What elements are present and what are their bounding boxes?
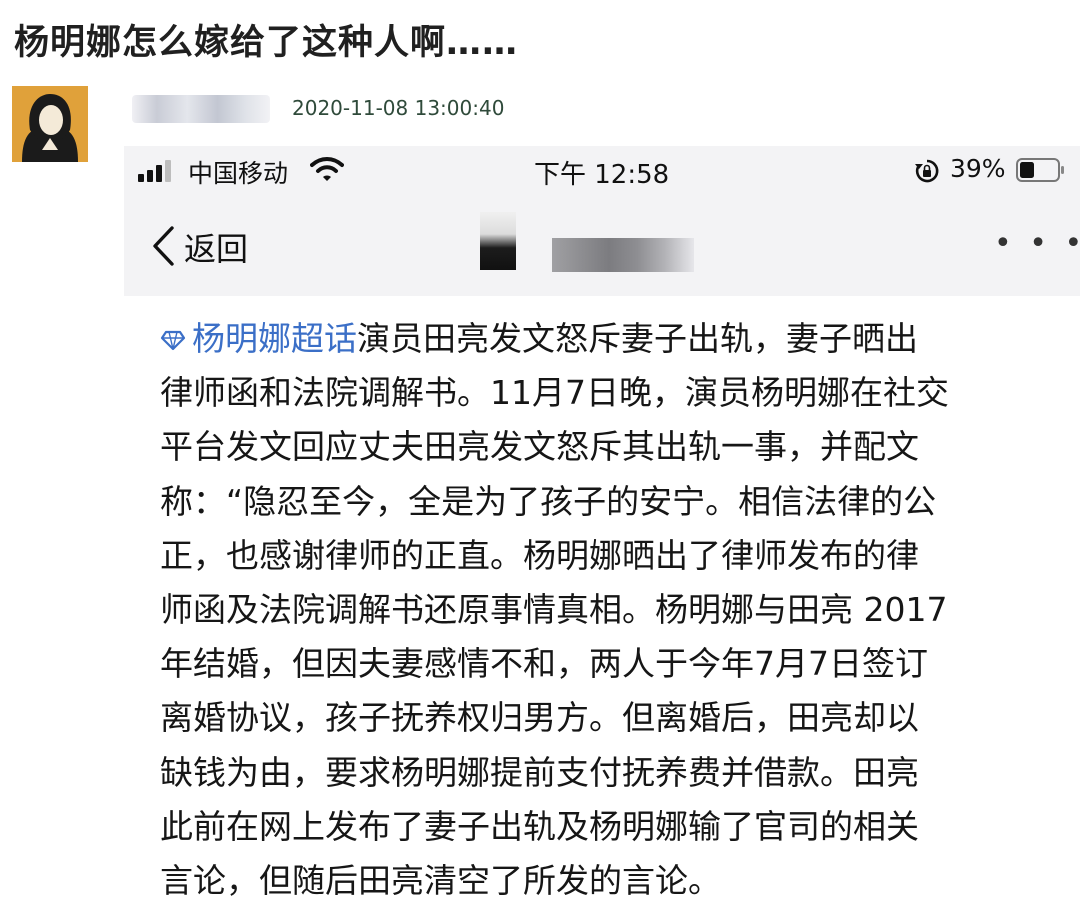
wifi-icon (310, 157, 344, 181)
text-line: 年结婚，但因夫妻感情不和，两人于今年7月7日签订 (160, 644, 928, 684)
topic-link[interactable]: 杨明娜超话 (160, 319, 357, 358)
blurred-profile-avatar[interactable] (480, 212, 516, 270)
back-button[interactable]: 返回 (184, 224, 248, 270)
avatar-portrait-icon (12, 86, 88, 162)
text-line-content: 演员田亮发文怒斥妻子出轨，妻子晒出 (357, 319, 918, 358)
topic-link-label[interactable]: 杨明娜超话 (192, 319, 357, 358)
text-line: 此前在网上发布了妻子出轨及杨明娜输了官司的相关 (160, 806, 919, 846)
topic-diamond-icon (160, 330, 186, 351)
text-line: 称：“隐忍至今，全是为了孩子的安宁。相信法律的公 (160, 481, 937, 521)
carrier-name: 中国移动 (188, 159, 289, 188)
text-line: 律师函和法院调解书。11月7日晚，演员杨明娜在社交 (160, 373, 949, 413)
rotation-lock-icon (915, 159, 939, 183)
phone-screenshot: 中国移动 下午 12:58 39% 返回 • • • 杨明娜超话演员田亮发文怒斥… (124, 146, 1080, 916)
more-options-button[interactable]: • • • (994, 226, 1080, 261)
blurred-username[interactable] (132, 95, 270, 123)
text-line: 言论，但随后田亮清空了所发的言论。 (160, 861, 721, 901)
post-timestamp: 2020-11-08 13:00:40 (292, 96, 505, 120)
text-line: 平台发文回应丈夫田亮发文怒斥其出轨一事，并配文 (160, 427, 919, 467)
user-avatar[interactable] (12, 86, 88, 162)
back-chevron-icon[interactable] (150, 224, 176, 268)
battery-percent: 39% (950, 154, 1006, 183)
text-line: 离婚协议，孩子抚养权归男方。但离婚后，田亮却以 (160, 698, 919, 738)
nav-bar: 返回 • • • (124, 196, 1080, 296)
text-line: 师函及法院调解书还原事情真相。杨明娜与田亮 2017 (160, 590, 948, 630)
weibo-post-body: 杨明娜超话演员田亮发文怒斥妻子出轨，妻子晒出 律师函和法院调解书。11月7日晚，… (160, 312, 1040, 908)
post-title: 杨明娜怎么嫁给了这种人啊…… (14, 23, 519, 63)
text-line: 缺钱为由，要求杨明娜提前支付抚养费并借款。田亮 (160, 752, 919, 792)
battery-icon (1016, 158, 1064, 182)
status-bar: 中国移动 下午 12:58 39% (124, 146, 1080, 196)
signal-icon (138, 160, 171, 182)
text-line: 正，也感谢律师的正直。杨明娜晒出了律师发布的律 (160, 535, 919, 575)
text-line: 杨明娜超话演员田亮发文怒斥妻子出轨，妻子晒出 (160, 312, 1040, 366)
phone-header: 中国移动 下午 12:58 39% 返回 • • • (124, 146, 1080, 296)
status-time: 下午 12:58 (534, 160, 670, 190)
blurred-profile-name[interactable] (552, 238, 694, 272)
